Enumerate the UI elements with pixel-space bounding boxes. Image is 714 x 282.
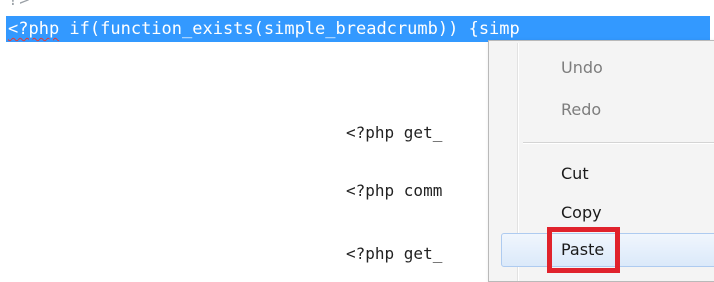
selected-code-text: if(function_exists(simple_breadcrumb)) {… (59, 19, 520, 39)
code-line-fragment: ?> (8, 0, 31, 10)
spellcheck-underlined-word: <?php (8, 19, 60, 39)
menu-item-redo[interactable]: Redo (491, 93, 714, 127)
menu-item-label: Undo (561, 58, 603, 77)
code-line: <?php comm (346, 181, 443, 200)
annotation-highlight-box (547, 227, 620, 273)
menu-item-undo[interactable]: Undo (491, 51, 714, 85)
code-line: <?php get_ (346, 123, 443, 142)
selected-code-line[interactable]: <?php if(function_exists(simple_breadcru… (6, 16, 710, 42)
menu-item-cut[interactable]: Cut (491, 157, 714, 191)
menu-item-copy[interactable]: Copy (491, 196, 714, 230)
code-line: <?php get_ (346, 244, 443, 263)
menu-separator (523, 142, 714, 144)
menu-item-label: Redo (561, 100, 602, 119)
menu-item-label: Copy (561, 203, 602, 222)
menu-item-label: Cut (561, 164, 589, 183)
